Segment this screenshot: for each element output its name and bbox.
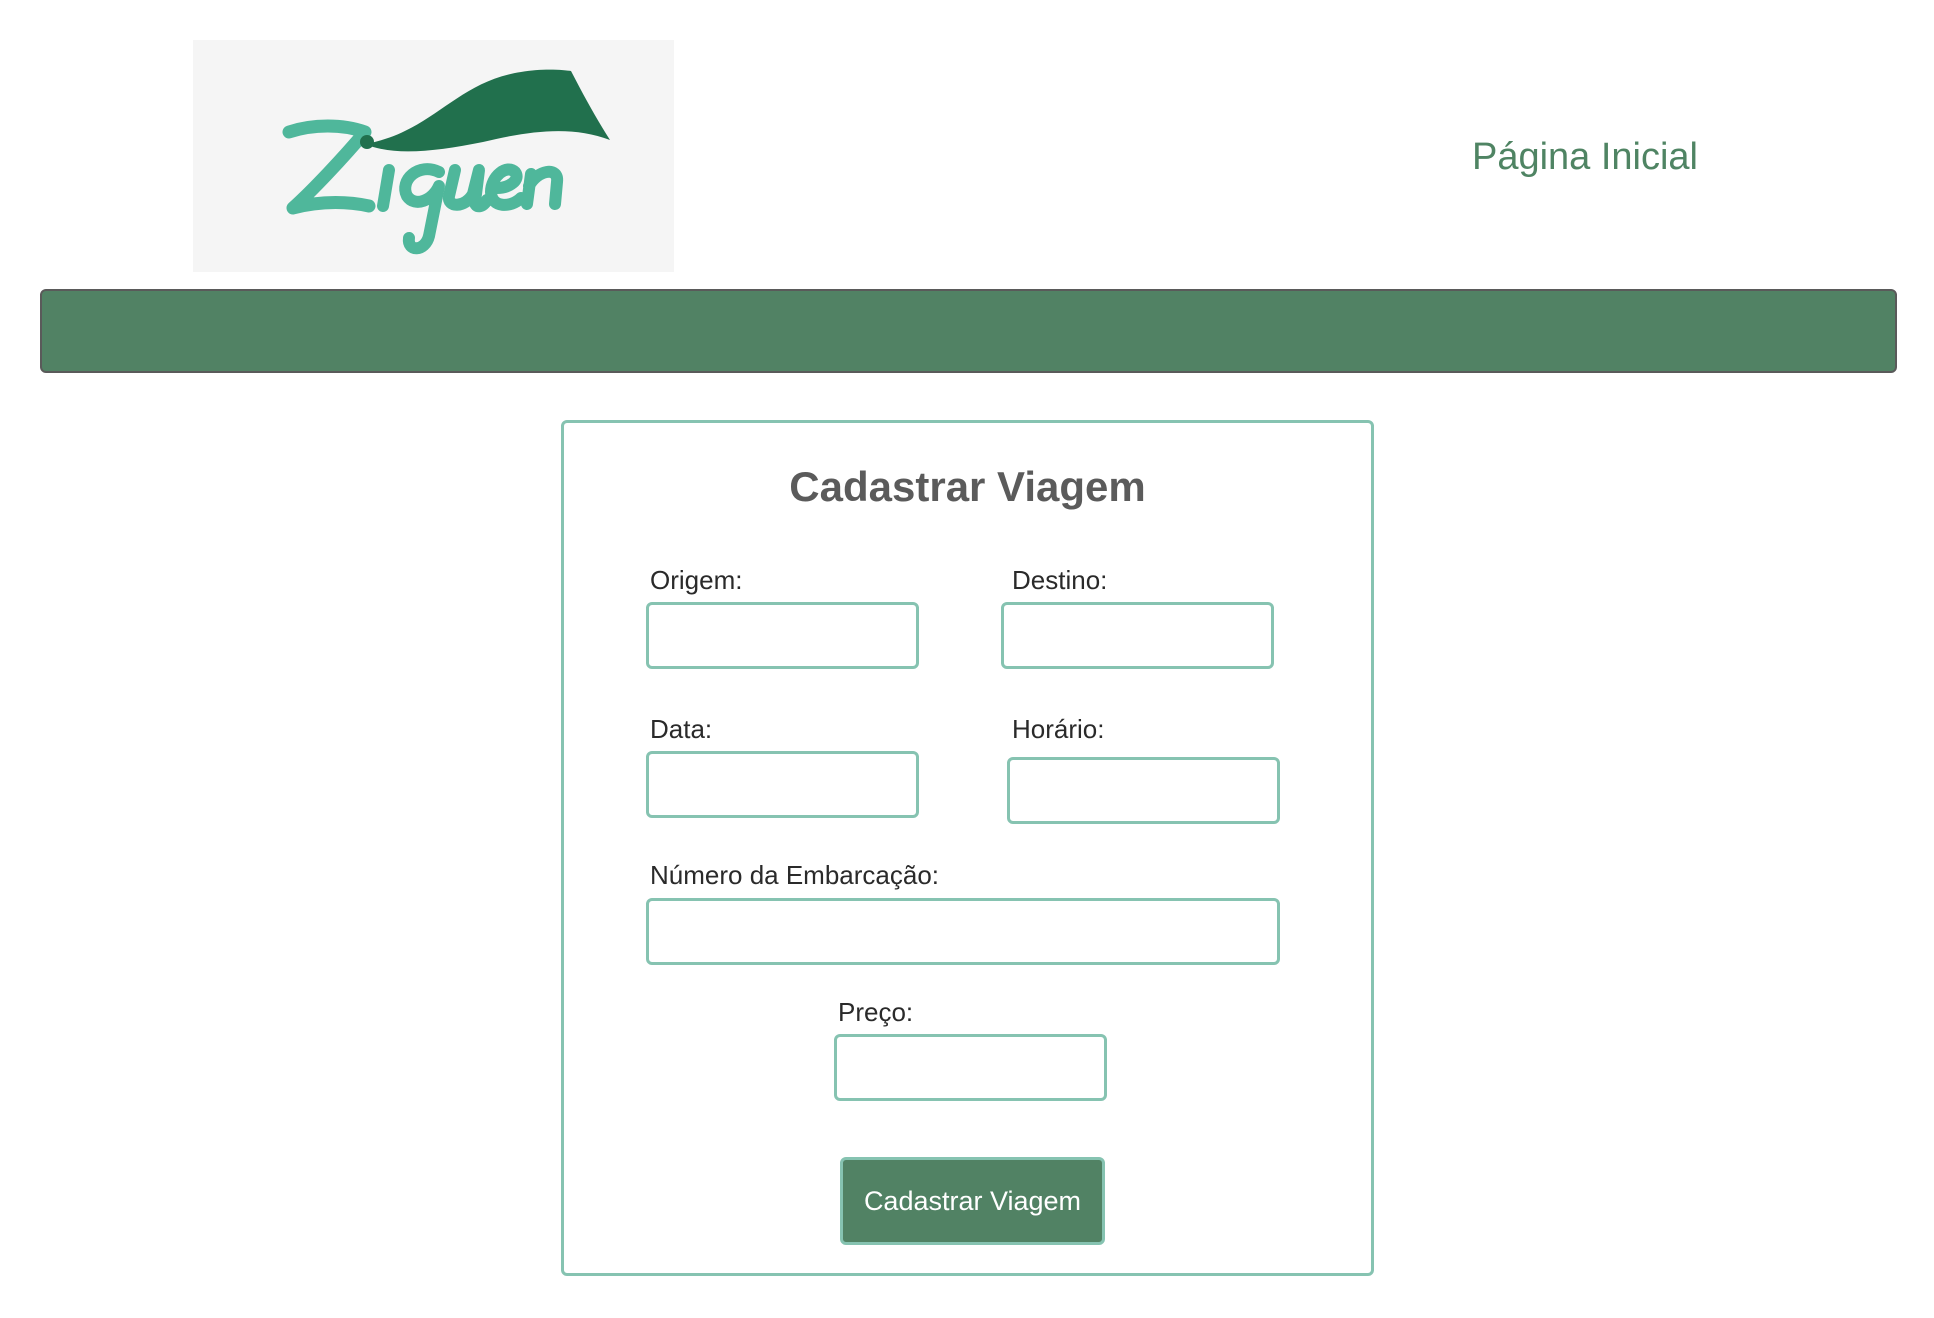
destino-label: Destino: bbox=[1012, 565, 1108, 595]
origem-label: Origem: bbox=[650, 565, 743, 595]
trip-registration-form: Cadastrar Viagem Origem: Destino: Data: … bbox=[561, 420, 1374, 1276]
preco-input[interactable] bbox=[834, 1034, 1107, 1101]
home-link[interactable]: Página Inicial bbox=[1430, 136, 1740, 179]
nav-bar bbox=[40, 289, 1897, 373]
data-label: Data: bbox=[650, 714, 713, 744]
horario-label: Horário: bbox=[1012, 714, 1105, 744]
preco-label: Preço: bbox=[838, 997, 914, 1027]
horario-input[interactable] bbox=[1007, 757, 1280, 824]
ziguen-logo-icon bbox=[282, 69, 610, 255]
origem-input[interactable] bbox=[646, 602, 919, 669]
data-input[interactable] bbox=[646, 751, 919, 818]
destino-input[interactable] bbox=[1001, 602, 1274, 669]
embarcacao-input[interactable] bbox=[646, 898, 1280, 965]
embarcacao-label: Número da Embarcação: bbox=[650, 860, 940, 890]
logo bbox=[193, 40, 674, 272]
form-title: Cadastrar Viagem bbox=[789, 463, 1146, 510]
submit-button[interactable]: Cadastrar Viagem bbox=[840, 1157, 1105, 1245]
